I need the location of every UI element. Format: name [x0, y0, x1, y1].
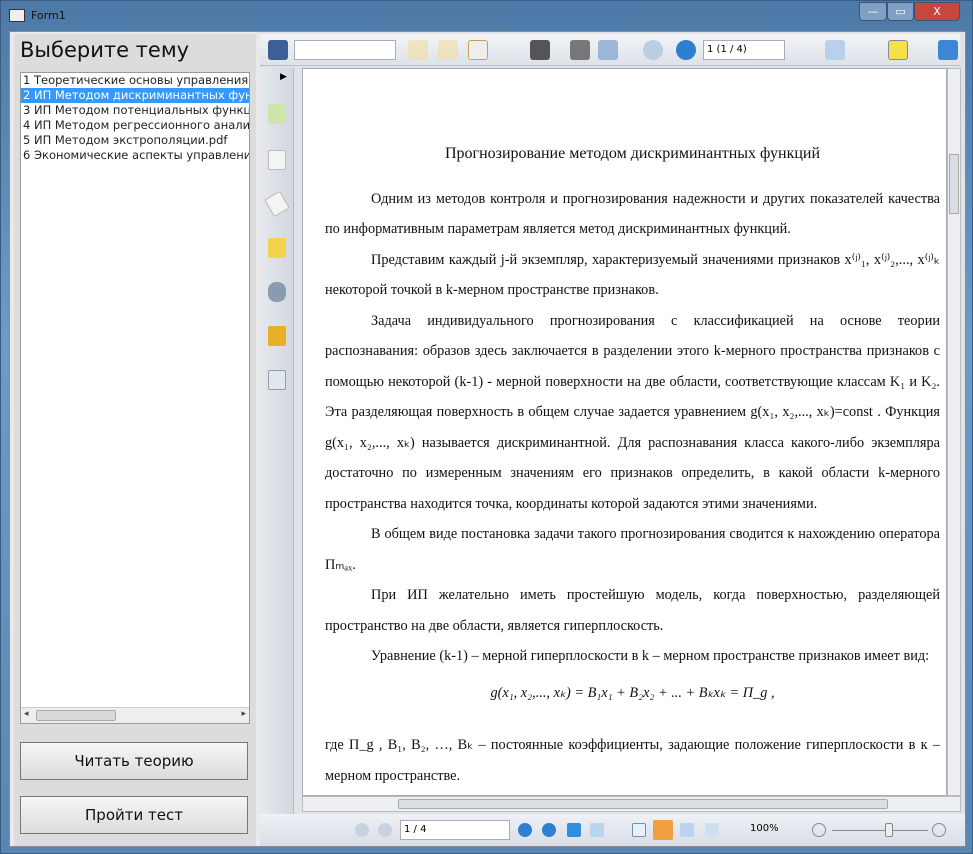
attachment-icon[interactable]	[268, 282, 286, 302]
document-page: Прогнозирование методом дискриминантных …	[325, 69, 940, 791]
document-vertical-scrollbar[interactable]	[947, 68, 961, 796]
app-icon	[9, 9, 25, 22]
viewer-toolbar: 1 (1 / 4)	[260, 34, 960, 66]
paragraph: где П_g , B₁, B₂, …, Bₖ – постоянные коэ…	[325, 737, 940, 784]
scroll-thumb[interactable]	[949, 154, 959, 214]
last-page-icon[interactable]	[542, 823, 556, 837]
take-test-button[interactable]: Пройти тест	[20, 796, 248, 834]
list-item[interactable]: 3 ИП Методом потенциальных функций	[21, 103, 249, 118]
page-number-field[interactable]: 1 (1 / 4)	[703, 40, 785, 60]
title-bar: Form1 — ▭ X	[1, 1, 972, 31]
document-title: Прогнозирование методом дискриминантных …	[444, 145, 821, 162]
zoom-slider-thumb[interactable]	[884, 823, 893, 837]
email-icon[interactable]	[598, 40, 618, 60]
formula: g(x₁, x₂,..., xₖ) = B₁x₁ + B₂x₂ + ... + …	[490, 684, 775, 701]
document-view[interactable]: Прогнозирование методом дискриминантных …	[302, 68, 947, 796]
topic-list[interactable]: 1 Теоретические основы управления 2 ИП М…	[20, 72, 250, 724]
next-page-icon[interactable]	[676, 40, 696, 60]
search-input[interactable]	[294, 40, 396, 60]
print-icon[interactable]	[570, 40, 590, 60]
list-item[interactable]: 4 ИП Методом регрессионного анализа	[21, 118, 249, 133]
text-select-icon[interactable]	[888, 40, 908, 60]
paragraph: Одним из методов контроля и прогнозирова…	[325, 190, 940, 238]
next-page-icon[interactable]	[518, 823, 532, 837]
forward-arrow-icon[interactable]	[590, 823, 604, 837]
list-item[interactable]: 6 Экономические аспекты управления	[21, 148, 249, 163]
window-title: Form1	[31, 9, 66, 22]
list-horizontal-scrollbar[interactable]: ◂ ▸	[21, 707, 249, 723]
navigation-bar: 1 / 4 100%	[260, 814, 965, 846]
list-item[interactable]: 5 ИП Методом экстрополяции.pdf	[21, 133, 249, 148]
continuous-page-icon[interactable]	[653, 820, 673, 840]
lock-icon[interactable]	[268, 326, 286, 346]
scroll-thumb[interactable]	[398, 799, 888, 809]
minimize-button[interactable]: —	[859, 2, 887, 21]
scroll-thumb[interactable]	[36, 710, 116, 721]
paragraph: При ИП желательно иметь простейшую модел…	[325, 587, 940, 634]
fullscreen-icon[interactable]	[938, 40, 958, 60]
find-previous-icon[interactable]	[408, 40, 428, 60]
pages-icon[interactable]	[268, 104, 286, 124]
topic-panel: Выберите тему 1 Теоретические основы упр…	[14, 34, 256, 846]
zoom-out-icon[interactable]	[812, 823, 826, 837]
page-layout-icon[interactable]	[825, 40, 845, 60]
find-next-icon[interactable]	[438, 40, 458, 60]
zoom-in-icon[interactable]	[932, 823, 946, 837]
read-theory-button[interactable]: Читать теорию	[20, 742, 248, 780]
paragraph: Представим каждый j-й экземпляр, характе…	[325, 251, 940, 299]
maximize-button[interactable]: ▭	[887, 2, 914, 21]
document-horizontal-scrollbar[interactable]	[302, 796, 961, 812]
signature-icon[interactable]	[268, 370, 286, 390]
paragraph: В общем виде постановка задачи такого пр…	[325, 526, 940, 573]
page-icon[interactable]	[268, 150, 286, 170]
scroll-right-icon[interactable]: ▸	[241, 709, 246, 719]
list-item-selected[interactable]: 2 ИП Методом дискриминантных функций	[21, 88, 249, 103]
client-area: Выберите тему 1 Теоретические основы упр…	[9, 31, 966, 847]
prev-page-icon[interactable]	[378, 823, 392, 837]
thumbnail-sidebar: ▶	[260, 68, 294, 814]
panel-heading: Выберите тему	[20, 38, 190, 62]
single-page-icon[interactable]	[632, 823, 646, 837]
pdf-viewer: 1 (1 / 4) ▶ Прогнозирование методом диск…	[260, 32, 965, 846]
find-binoculars-icon[interactable]	[268, 40, 288, 60]
zoom-slider[interactable]	[832, 823, 928, 837]
expand-sidebar-icon[interactable]: ▶	[280, 72, 287, 82]
app-window: Form1 — ▭ X Выберите тему 1 Теоретически…	[0, 0, 973, 854]
scroll-left-icon[interactable]: ◂	[24, 709, 29, 719]
bookmark-icon[interactable]	[264, 190, 290, 218]
close-button[interactable]: X	[914, 2, 960, 21]
paragraph: Задача индивидуального прогнозирования с…	[325, 312, 940, 512]
zoom-level: 100%	[750, 823, 779, 834]
comments-icon[interactable]	[268, 238, 286, 258]
previous-page-icon[interactable]	[643, 40, 663, 60]
page-select[interactable]: 1 / 4	[400, 820, 510, 840]
paragraph: Уравнение (k-1) – мерной гиперплоскости …	[371, 648, 930, 664]
save-icon[interactable]	[530, 40, 550, 60]
first-page-icon[interactable]	[355, 823, 369, 837]
facing-pages-icon[interactable]	[680, 823, 694, 837]
back-arrow-icon[interactable]	[567, 823, 581, 837]
highlight-options-icon[interactable]	[468, 40, 488, 60]
list-item[interactable]: 1 Теоретические основы управления	[21, 73, 249, 88]
fit-page-icon[interactable]	[705, 823, 719, 837]
